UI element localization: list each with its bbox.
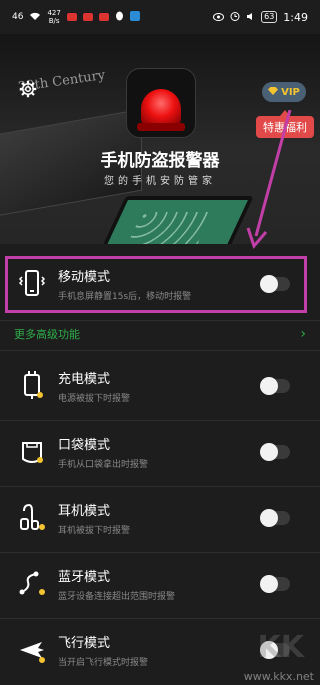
settings-button[interactable] <box>18 79 38 99</box>
airplane-icon <box>16 634 48 666</box>
charger-icon <box>16 370 48 402</box>
signal-indicator: 46 <box>12 11 24 22</box>
mode-title: 口袋模式 <box>58 438 111 453</box>
app-notify-icon <box>129 10 140 24</box>
mode-title: 耳机模式 <box>58 504 111 519</box>
vip-button[interactable]: VIP <box>262 82 306 102</box>
highlight-box <box>5 256 307 313</box>
toggle-pocket[interactable] <box>260 443 290 461</box>
gear-icon <box>19 80 37 98</box>
qq-icon <box>115 11 124 24</box>
watermark-url: www.kkx.net <box>243 670 314 683</box>
status-bar: 46 427 B/s 63 1:49 <box>0 0 320 34</box>
alarm-icon <box>230 11 240 24</box>
more-label: 更多高级功能 <box>14 328 80 341</box>
app-logo <box>126 68 196 138</box>
mode-title: 充电模式 <box>58 372 111 387</box>
mode-row-pocket[interactable]: 口袋模式 手机从口袋拿出时报警 <box>0 421 320 483</box>
more-features-link[interactable]: 更多高级功能 › <box>0 322 320 346</box>
clock: 1:49 <box>283 10 308 24</box>
chevron-right-icon: › <box>300 326 306 342</box>
watermark-logo: KK <box>257 630 305 665</box>
net-speed: 427 B/s <box>47 9 60 25</box>
net-speed-unit: B/s <box>48 17 60 25</box>
notification-app-icon <box>66 13 77 21</box>
mode-row-earphone[interactable]: 耳机模式 耳机被拔下时报警 <box>0 487 320 549</box>
vip-label: VIP <box>281 86 300 98</box>
mode-desc: 当开启飞行模式时报警 <box>58 658 149 668</box>
mode-title: 飞行模式 <box>58 636 111 651</box>
bluetooth-route-icon <box>16 568 48 600</box>
mode-desc: 电源被拔下时报警 <box>58 394 131 404</box>
eye-icon <box>213 11 225 24</box>
phone-image <box>94 196 254 244</box>
mode-desc: 蓝牙设备连接超出范围时报警 <box>58 592 176 602</box>
mode-title: 蓝牙模式 <box>58 570 111 585</box>
annotation-arrow <box>246 110 292 249</box>
toggle-earphone[interactable] <box>260 509 290 527</box>
diamond-icon <box>268 86 279 98</box>
mode-desc: 手机从口袋拿出时报警 <box>58 460 149 470</box>
mode-row-bluetooth[interactable]: 蓝牙模式 蓝牙设备连接超出范围时报警 <box>0 553 320 615</box>
mode-desc: 耳机被拔下时报警 <box>58 526 131 536</box>
toggle-charge[interactable] <box>260 377 290 395</box>
notification-app-icon <box>98 13 109 21</box>
battery-indicator: 63 <box>261 11 278 23</box>
wifi-icon <box>29 11 41 24</box>
siren-icon <box>141 89 181 125</box>
mute-icon <box>246 11 255 24</box>
pocket-icon <box>16 436 48 468</box>
earphone-icon <box>16 502 48 534</box>
mode-row-charge[interactable]: 充电模式 电源被拔下时报警 <box>0 355 320 417</box>
toggle-bluetooth[interactable] <box>260 575 290 593</box>
net-speed-value: 427 <box>47 9 61 17</box>
notification-app-icon <box>82 13 93 21</box>
